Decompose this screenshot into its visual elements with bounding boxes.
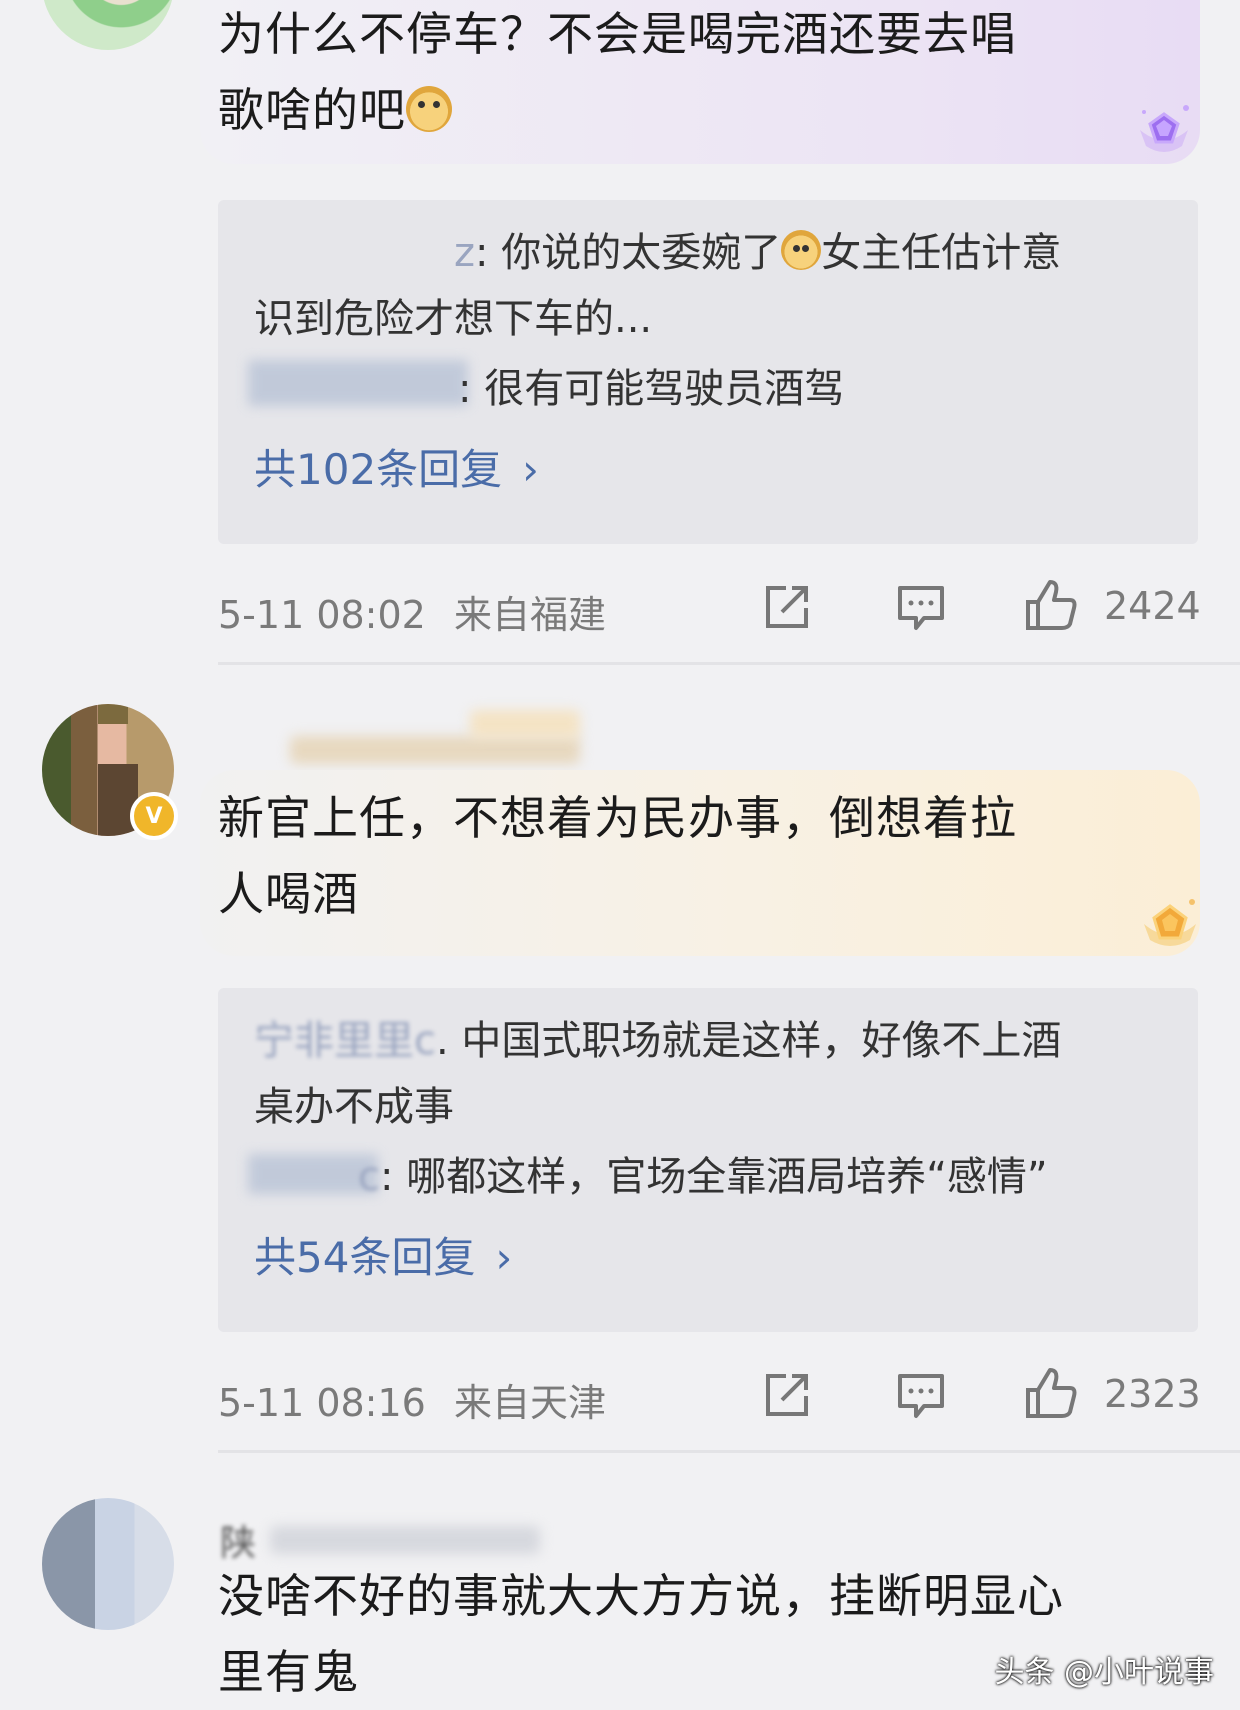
more-replies-link[interactable]: 共54条回复 › (254, 1224, 512, 1285)
comment-icon[interactable] (894, 1368, 948, 1422)
comment-text-line: 为什么不停车？不会是喝完酒还要去唱 (218, 7, 1017, 61)
more-replies-link[interactable]: 共102条回复 › (254, 436, 539, 497)
reply-text: 识到危险才想下车的... (254, 296, 653, 342)
comment-text-line: 人喝酒 (218, 867, 359, 921)
share-icon[interactable] (760, 1368, 814, 1422)
comment-location: 来自福建 (453, 593, 606, 637)
comment-time: 5-11 08:02 (218, 593, 426, 637)
reply-author[interactable]: 宁非里里c (254, 1018, 436, 1064)
divider (218, 662, 1240, 665)
comment-text: 为什么不停车？不会是喝完酒还要去唱 歌啥的吧 (218, 0, 1138, 148)
watermark: 头条 @小叶说事 (994, 1655, 1214, 1690)
comments-screen: { "comments": [ { "text_line1": "为什么不停车？… (0, 0, 1240, 1705)
thumbs-up-icon[interactable] (1024, 1366, 1078, 1420)
verified-badge-icon: V (130, 792, 178, 840)
comment-location: 来自天津 (453, 1381, 606, 1425)
chevron-right-icon: › (522, 445, 539, 494)
reply-text: : 你说的太委婉了 (475, 230, 782, 276)
reply-item[interactable]: 宁非里里c. 中国式职场就是这样，好像不上酒 桌办不成事 (254, 1008, 1174, 1140)
thumbs-up-icon[interactable] (1024, 578, 1078, 632)
reply-author[interactable]: c (358, 1154, 380, 1200)
comment-meta: 5-11 08:02 来自福建 (218, 584, 606, 639)
avatar[interactable] (42, 0, 174, 50)
divider (218, 1450, 1240, 1453)
comment-text-line: 歌啥的吧 (218, 72, 1138, 148)
share-icon[interactable] (760, 580, 814, 634)
blurred-username[interactable] (290, 736, 580, 764)
chevron-right-icon: › (495, 1233, 513, 1282)
reply-text: : 哪都这样，官场全靠酒局培养“感情” (380, 1154, 1048, 1200)
name-decoration (470, 710, 580, 738)
reply-item[interactable]: : 很有可能驾驶员酒驾 (458, 356, 1240, 422)
doge-emoji-icon (781, 230, 822, 270)
replies-panel[interactable]: z: 你说的太委婉了 女主任估计意 识到危险才想下车的... : 很有可能驾驶员酒… (218, 200, 1198, 544)
avatar[interactable] (42, 1498, 174, 1630)
reply-text: . 中国式职场就是这样，好像不上酒 (436, 1018, 1062, 1064)
diamond-medal-icon (1140, 105, 1189, 152)
blurred-username[interactable] (270, 1526, 540, 1554)
reply-item[interactable]: c: 哪都这样，官场全靠酒局培养“感情” (358, 1144, 1240, 1210)
reply-text: 女主任估计意 (821, 230, 1062, 276)
reply-text: : 很有可能驾驶员酒驾 (458, 366, 845, 412)
like-count: 2424 (1104, 584, 1201, 628)
comment-icon[interactable] (894, 580, 948, 634)
comment-time: 5-11 08:16 (218, 1381, 426, 1425)
comment-text-line: 新官上任，不想着为民办事，倒想着拉 (218, 791, 1017, 845)
comment-text: 新官上任，不想着为民办事，倒想着拉 人喝酒 (218, 780, 1138, 932)
gold-medal-icon (1144, 899, 1196, 946)
replies-panel[interactable]: 宁非里里c. 中国式职场就是这样，好像不上酒 桌办不成事 c: 哪都这样，官场全… (218, 988, 1198, 1332)
like-count: 2323 (1104, 1372, 1201, 1416)
doge-emoji-icon (406, 86, 452, 132)
blurred-username (248, 360, 468, 406)
reply-item[interactable]: z: 你说的太委婉了 女主任估计意 识到危险才想下车的... (254, 220, 1174, 352)
comment-meta: 5-11 08:16 来自天津 (218, 1372, 606, 1427)
reply-author-tail[interactable]: z (454, 230, 475, 276)
comment-text-line: 没啥不好的事就大大方方说，挂断明显心 (218, 1569, 1064, 1623)
reply-text: 桌办不成事 (254, 1084, 454, 1130)
